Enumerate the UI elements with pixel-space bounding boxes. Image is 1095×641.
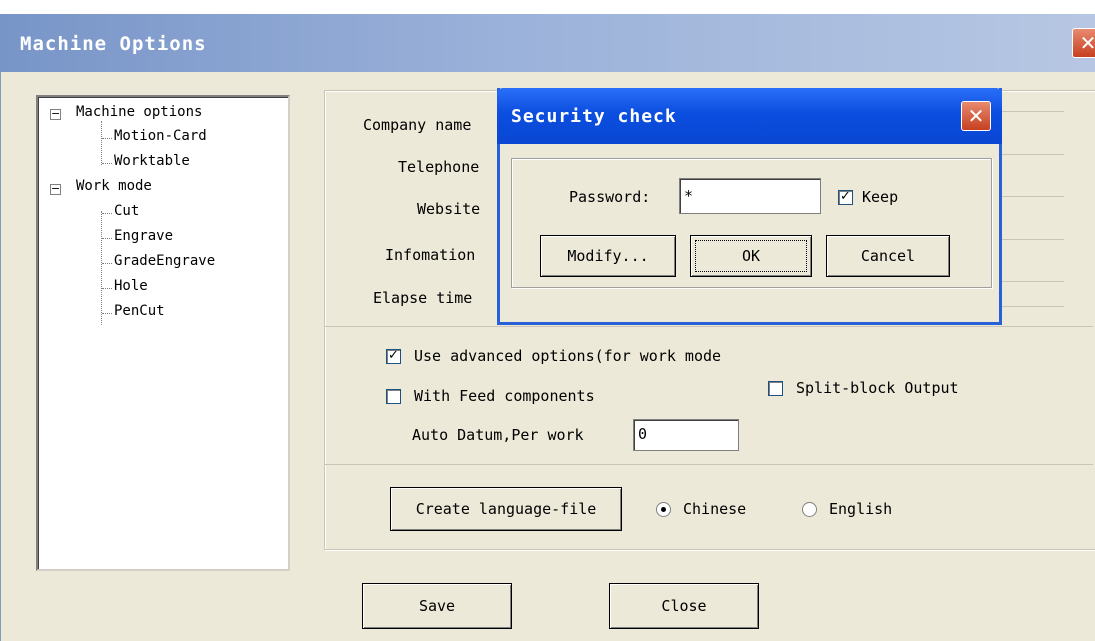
company-name-label: Company name xyxy=(363,116,472,134)
split-block-label: Split-block Output xyxy=(796,379,959,397)
modify-button[interactable]: Modify... xyxy=(540,235,676,277)
english-radio[interactable] xyxy=(802,502,817,517)
keep-checkbox[interactable]: ✓ xyxy=(838,190,853,205)
tree-connector xyxy=(101,121,102,165)
tree-item-motion-card[interactable]: Motion-Card xyxy=(114,128,207,144)
window-title: Machine Options xyxy=(20,33,207,55)
security-dialog-titlebar[interactable]: Security check ✕ xyxy=(497,88,1002,144)
tree-item-hole[interactable]: Hole xyxy=(114,278,148,294)
security-dialog-close-button[interactable]: ✕ xyxy=(961,101,991,131)
keep-label: Keep xyxy=(862,188,899,206)
window-titlebar[interactable]: Machine Options xyxy=(0,14,1095,72)
split-block-checkbox[interactable] xyxy=(768,381,783,396)
elapse-time-label: Elapse time xyxy=(373,289,473,307)
chinese-radio[interactable] xyxy=(656,502,671,517)
password-label: Password: xyxy=(569,188,651,206)
minus-icon[interactable]: − xyxy=(50,183,61,195)
tree-item-cut[interactable]: Cut xyxy=(114,203,139,219)
tree-item-work-mode[interactable]: Work mode xyxy=(76,178,152,194)
telephone-label: Telephone xyxy=(398,158,480,176)
chinese-label: Chinese xyxy=(683,500,747,518)
auto-datum-label: Auto Datum,Per work xyxy=(412,426,584,444)
password-input[interactable]: * xyxy=(679,178,821,214)
advanced-options-label: Use advanced options(for work mode xyxy=(414,347,722,365)
options-tree[interactable]: − Machine options Motion-Card Worktable … xyxy=(36,95,290,571)
english-label: English xyxy=(829,500,893,518)
close-icon: ✕ xyxy=(1079,31,1095,55)
check-icon: ✓ xyxy=(388,348,399,363)
cancel-button[interactable]: Cancel xyxy=(826,235,950,277)
feed-components-label: With Feed components xyxy=(414,387,595,405)
tree-item-gradeengrave[interactable]: GradeEngrave xyxy=(114,253,215,269)
divider xyxy=(325,464,1093,465)
website-label: Website xyxy=(417,200,481,218)
close-icon: ✕ xyxy=(967,104,985,128)
save-button[interactable]: Save xyxy=(362,583,512,629)
tree-item-pencut[interactable]: PenCut xyxy=(114,303,165,319)
advanced-options-checkbox[interactable]: ✓ xyxy=(386,349,401,364)
close-button[interactable]: Close xyxy=(609,583,759,629)
feed-components-checkbox[interactable] xyxy=(386,389,401,404)
security-dialog-title: Security check xyxy=(511,106,677,127)
information-label: Infomation xyxy=(385,246,476,264)
ok-button[interactable]: OK xyxy=(690,235,812,277)
tree-connector xyxy=(101,211,102,325)
tree-item-machine-options[interactable]: Machine options xyxy=(76,104,202,120)
create-language-file-button[interactable]: Create language-file xyxy=(390,487,622,531)
window-close-button[interactable]: ✕ xyxy=(1072,28,1095,58)
tree-item-worktable[interactable]: Worktable xyxy=(114,153,190,169)
divider xyxy=(325,326,1093,327)
tree-item-engrave[interactable]: Engrave xyxy=(114,228,173,244)
check-icon: ✓ xyxy=(840,189,851,204)
auto-datum-input[interactable]: 0 xyxy=(633,419,739,451)
minus-icon[interactable]: − xyxy=(50,108,61,120)
